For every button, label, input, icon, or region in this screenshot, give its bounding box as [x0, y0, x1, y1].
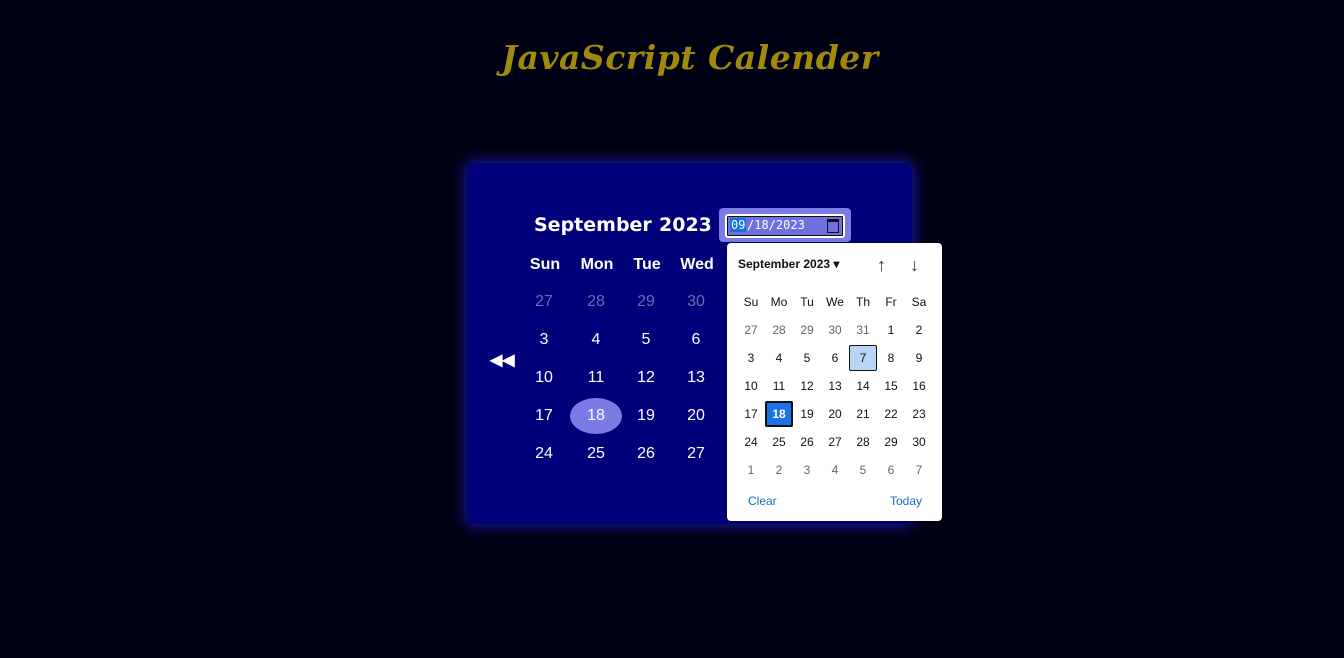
- picker-day[interactable]: 7: [905, 457, 933, 483]
- calendar-icon[interactable]: [827, 219, 839, 233]
- picker-day[interactable]: 31: [849, 317, 877, 343]
- date-input-wrapper: 09 /18/2023: [719, 208, 851, 242]
- calendar-day[interactable]: 13: [670, 360, 722, 396]
- picker-weekday-label: Fr: [885, 295, 897, 309]
- picker-day[interactable]: 16: [905, 373, 933, 399]
- picker-day[interactable]: 1: [877, 317, 905, 343]
- picker-weekday-label: Th: [855, 295, 870, 309]
- calendar-day[interactable]: 4: [570, 322, 622, 358]
- page-title: JavaScript Calender: [501, 38, 879, 77]
- picker-month-select[interactable]: September 2023 ▾: [738, 257, 839, 271]
- picker-day[interactable]: 6: [877, 457, 905, 483]
- picker-day[interactable]: 10: [737, 373, 765, 399]
- calendar-day[interactable]: 17: [518, 398, 570, 434]
- date-input[interactable]: 09 /18/2023: [725, 214, 845, 238]
- arrow-down-icon[interactable]: ↓: [910, 255, 919, 276]
- calendar-day[interactable]: 26: [620, 436, 672, 472]
- picker-day[interactable]: 1: [737, 457, 765, 483]
- picker-weekday-label: Su: [743, 295, 759, 309]
- picker-day[interactable]: 8: [877, 345, 905, 371]
- calendar-day[interactable]: 20: [670, 398, 722, 434]
- clear-button[interactable]: Clear: [748, 494, 777, 508]
- calendar-year: 2023: [659, 214, 712, 236]
- picker-day[interactable]: 12: [793, 373, 821, 399]
- picker-day[interactable]: 3: [793, 457, 821, 483]
- picker-day[interactable]: 18: [765, 401, 793, 427]
- picker-day[interactable]: 2: [765, 457, 793, 483]
- picker-weekday-label: Tu: [800, 295, 814, 309]
- picker-day[interactable]: 26: [793, 429, 821, 455]
- date-input-rest: /18/2023: [747, 218, 805, 232]
- picker-day[interactable]: 21: [849, 401, 877, 427]
- date-picker-popup: September 2023 ▾ ↑ ↓ Su Mo Tu We Th Fr Sa 27 28…: [727, 243, 942, 521]
- calendar-day[interactable]: 24: [518, 436, 570, 472]
- picker-day[interactable]: 15: [877, 373, 905, 399]
- calendar-day[interactable]: 27: [670, 436, 722, 472]
- arrow-up-icon[interactable]: ↑: [877, 255, 886, 276]
- picker-day[interactable]: 3: [737, 345, 765, 371]
- calendar-day[interactable]: 25: [570, 436, 622, 472]
- picker-weekday-label: We: [826, 295, 844, 309]
- picker-day[interactable]: 24: [737, 429, 765, 455]
- calendar-day[interactable]: 10: [518, 360, 570, 396]
- calendar-day[interactable]: 3: [518, 322, 570, 358]
- calendar-day[interactable]: 27: [518, 284, 570, 320]
- picker-weekday-label: Mo: [770, 295, 788, 309]
- picker-day[interactable]: 27: [821, 429, 849, 455]
- picker-day[interactable]: 9: [905, 345, 933, 371]
- picker-day[interactable]: 29: [793, 317, 821, 343]
- picker-weekday-label: Sa: [911, 295, 927, 309]
- weekday-label: Wed: [680, 256, 714, 273]
- picker-day[interactable]: 14: [849, 373, 877, 399]
- today-button[interactable]: Today: [890, 494, 922, 508]
- weekday-label: Tue: [633, 256, 661, 273]
- picker-day[interactable]: 6: [821, 345, 849, 371]
- weekday-label: Mon: [580, 256, 614, 273]
- calendar-day[interactable]: 5: [620, 322, 672, 358]
- picker-day[interactable]: 13: [821, 373, 849, 399]
- picker-day[interactable]: 17: [737, 401, 765, 427]
- picker-day[interactable]: 25: [765, 429, 793, 455]
- calendar-day[interactable]: 29: [620, 284, 672, 320]
- calendar-day[interactable]: 28: [570, 284, 622, 320]
- calendar-day[interactable]: 12: [620, 360, 672, 396]
- calendar-day[interactable]: 18: [570, 398, 622, 434]
- picker-day[interactable]: 27: [737, 317, 765, 343]
- calendar-day[interactable]: 6: [670, 322, 722, 358]
- picker-day[interactable]: 23: [905, 401, 933, 427]
- weekday-label: Sun: [529, 256, 561, 273]
- picker-day[interactable]: 11: [765, 373, 793, 399]
- picker-day[interactable]: 7: [849, 345, 877, 371]
- picker-day[interactable]: 2: [905, 317, 933, 343]
- picker-day[interactable]: 28: [765, 317, 793, 343]
- picker-day[interactable]: 5: [849, 457, 877, 483]
- picker-day[interactable]: 4: [765, 345, 793, 371]
- picker-day[interactable]: 19: [793, 401, 821, 427]
- picker-day[interactable]: 5: [793, 345, 821, 371]
- picker-day[interactable]: 22: [877, 401, 905, 427]
- calendar-day[interactable]: 30: [670, 284, 722, 320]
- picker-day[interactable]: 20: [821, 401, 849, 427]
- double-chevron-left-icon[interactable]: ◀◀: [490, 350, 515, 370]
- picker-day[interactable]: 30: [905, 429, 933, 455]
- picker-day[interactable]: 28: [849, 429, 877, 455]
- calendar-month: September: [534, 214, 652, 236]
- picker-day[interactable]: 30: [821, 317, 849, 343]
- picker-day[interactable]: 4: [821, 457, 849, 483]
- date-input-month-segment[interactable]: 09: [730, 218, 747, 232]
- calendar-day[interactable]: 11: [570, 360, 622, 396]
- calendar-day[interactable]: 19: [620, 398, 672, 434]
- picker-day[interactable]: 29: [877, 429, 905, 455]
